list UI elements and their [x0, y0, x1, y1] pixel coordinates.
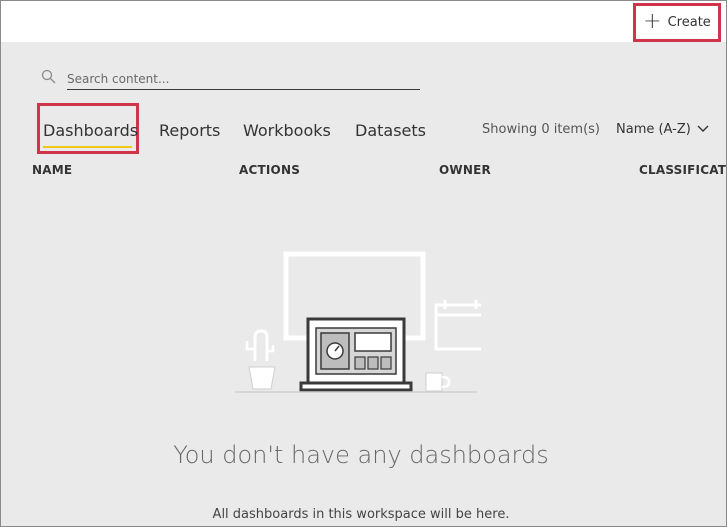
empty-state-subtitle: All dashboards in this workspace will be…: [212, 507, 510, 522]
laptop-icon: [299, 317, 413, 392]
create-label: Create: [667, 15, 711, 30]
plus-icon: +: [643, 8, 662, 34]
column-header-name[interactable]: NAME: [32, 163, 72, 177]
mug-icon: [425, 372, 451, 392]
sort-dropdown[interactable]: Name (A-Z): [616, 122, 691, 137]
chevron-down-icon[interactable]: [697, 124, 709, 134]
tab-datasets[interactable]: Datasets: [355, 121, 426, 140]
search-box: [41, 67, 422, 91]
create-button[interactable]: + Create: [633, 3, 721, 42]
content-tabs: Dashboards Reports Workbooks Datasets Sh…: [1, 101, 727, 156]
calendar-icon: [434, 300, 481, 351]
active-tab-underline: [43, 146, 132, 148]
top-bar: + Create: [1, 1, 726, 42]
empty-state-illustration: [235, 251, 481, 393]
tab-workbooks[interactable]: Workbooks: [243, 121, 331, 140]
column-header-classification[interactable]: CLASSIFICATIO: [639, 163, 727, 177]
item-count: Showing 0 item(s): [482, 122, 601, 137]
column-header-owner[interactable]: OWNER: [439, 163, 491, 177]
search-icon: [41, 69, 56, 84]
tab-dashboards[interactable]: Dashboards: [43, 121, 138, 140]
search-input[interactable]: [67, 69, 420, 90]
cactus-icon: [245, 329, 276, 390]
column-header-actions: ACTIONS: [239, 163, 301, 177]
tab-reports[interactable]: Reports: [159, 121, 220, 140]
empty-state-title: You don't have any dashboards: [173, 441, 549, 469]
